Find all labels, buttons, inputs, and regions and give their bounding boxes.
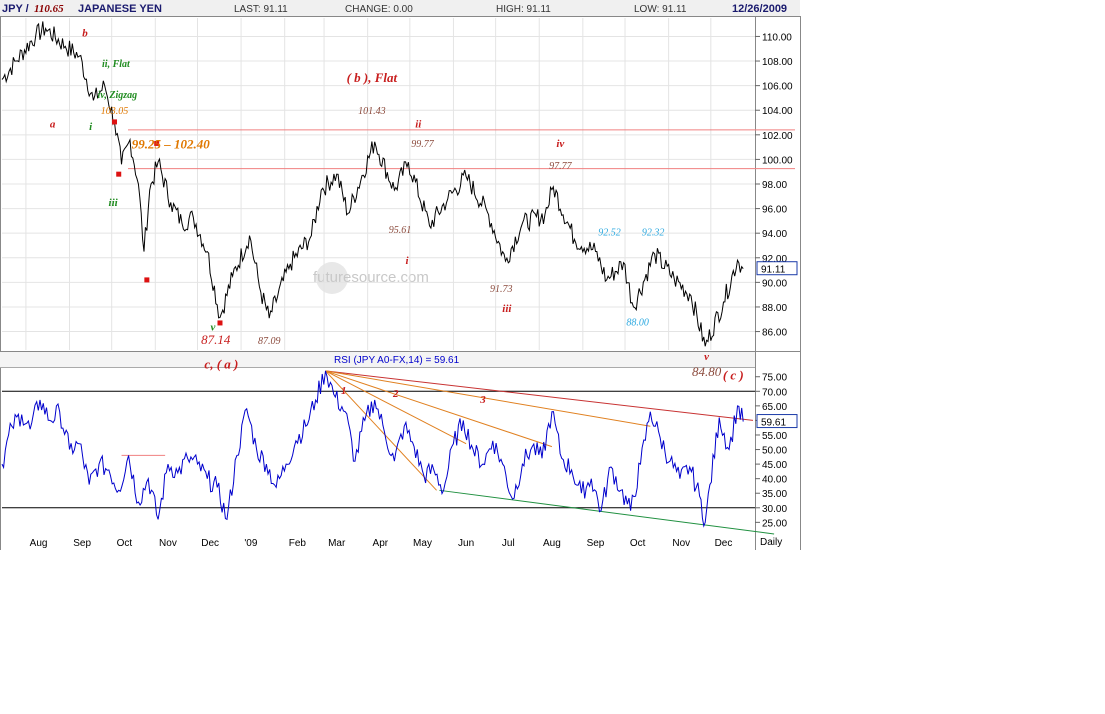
price-annotation: ii [415,118,422,130]
price-annotation: i [89,121,93,133]
price-annotation: iii [502,303,512,315]
wave-marker [116,171,122,177]
rsi-trendline [439,489,775,535]
rsi-tick-label: 75.00 [762,373,787,384]
price-annotation: 99.25 – 102.40 [132,136,211,151]
rsi-tick-label: 25.00 [762,518,787,529]
price-annotation: ( b ), Flat [347,70,398,85]
x-tick-label: Oct [630,538,646,549]
rsi-title: RSI (JPY A0-FX,14) = 59.61 [334,355,460,366]
chart-canvas: JPY / 110.65 JAPANESE YEN LAST: 91.11 CH… [0,0,801,550]
wave-marker [144,277,150,283]
price-annotation: ii, Flat [102,59,131,70]
x-tick-label: Jul [502,538,515,549]
price-annotation: v [704,351,709,363]
x-tick-label: Nov [159,538,177,549]
price-tick-label: 88.00 [762,303,787,314]
price-annotation: 92.32 [642,228,665,239]
header-high: HIGH: 91.11 [496,4,551,15]
wave-marker [217,320,223,326]
price-annotation: iv [556,138,564,150]
rsi-tick-label: 65.00 [762,402,787,413]
price-tick-label: 106.00 [762,82,793,93]
x-tick-label: Mar [328,538,346,549]
x-tick-label: '09 [244,538,257,549]
rsi-trendline [325,370,651,427]
header-symbol: JPY / [2,3,29,15]
x-tick-label: Sep [73,538,91,549]
price-annotation: c, ( a ) [204,356,238,371]
price-annotation: 87.14 [201,332,231,347]
x-tick-label: Nov [672,538,690,549]
header-change: CHANGE: 0.00 [345,4,413,15]
price-annotation: i [406,255,410,267]
x-tick-label: Apr [373,538,389,549]
price-tick-label: 98.00 [762,180,787,191]
price-annotation: 92.52 [598,228,621,239]
forex-chart: JPY / 110.65 JAPANESE YEN LAST: 91.11 CH… [0,0,802,550]
price-annotation: 95.61 [389,225,412,236]
price-annotation: 103.05 [101,106,129,117]
rsi-tick-label: 45.00 [762,460,787,471]
header-high-label: 110.65 [34,3,64,15]
price-last-value: 91.11 [761,265,786,276]
price-tick-label: 90.00 [762,278,787,289]
price-annotation: a [50,118,56,130]
price-annotation: 84.80 [692,364,722,379]
price-annotation: 88.00 [626,317,649,328]
x-tick-label: Oct [117,538,133,549]
x-tick-label: Feb [289,538,307,549]
price-tick-label: 96.00 [762,205,787,216]
header-last: LAST: 91.11 [234,4,288,15]
rsi-last-value: 59.61 [761,418,786,429]
wave-marker [112,119,118,125]
price-tick-label: 102.00 [762,131,793,142]
price-annotation: 99.77 [411,139,435,150]
price-tick-label: 104.00 [762,106,793,117]
price-annotation: 91.73 [490,284,513,295]
price-tick-label: 110.00 [762,32,792,43]
period-label: Daily [760,537,782,548]
price-annotation: 101.43 [358,106,386,117]
rsi-trendline [325,370,467,445]
price-annotation: ( c ) [723,368,744,383]
rsi-tick-label: 35.00 [762,489,787,500]
x-tick-label: Sep [587,538,605,549]
price-annotation: iii [109,197,119,209]
rsi-annotation: 3 [479,394,486,406]
x-tick-label: May [413,538,432,549]
price-tick-label: 100.00 [762,155,793,166]
watermark: futuresource.com [313,269,429,286]
header-date: 12/26/2009 [732,3,787,15]
price-tick-label: 86.00 [762,328,787,339]
rsi-annotation: 2 [392,388,399,400]
rsi-tick-label: 55.00 [762,431,787,442]
header-low: LOW: 91.11 [634,4,687,15]
rsi-series-line [1,370,744,528]
x-tick-label: Aug [543,538,561,549]
x-tick-label: Dec [201,538,219,549]
rsi-tick-label: 40.00 [762,475,787,486]
price-tick-label: 108.00 [762,57,793,68]
price-tick-label: 94.00 [762,229,787,240]
rsi-tick-label: 50.00 [762,446,787,457]
rsi-tick-label: 70.00 [762,387,787,398]
price-annotation: 87.09 [258,336,281,347]
price-annotation: iv, Zigzag [98,90,138,101]
rsi-tick-label: 30.00 [762,504,787,515]
rsi-annotation: 1 [341,385,347,397]
x-tick-label: Jun [458,538,474,549]
rsi-trendline [325,370,754,421]
x-tick-label: Dec [715,538,733,549]
header-name: JAPANESE YEN [78,3,162,15]
price-annotation: 97.77 [549,161,573,172]
x-tick-label: Aug [30,538,48,549]
price-annotation: b [82,27,88,39]
